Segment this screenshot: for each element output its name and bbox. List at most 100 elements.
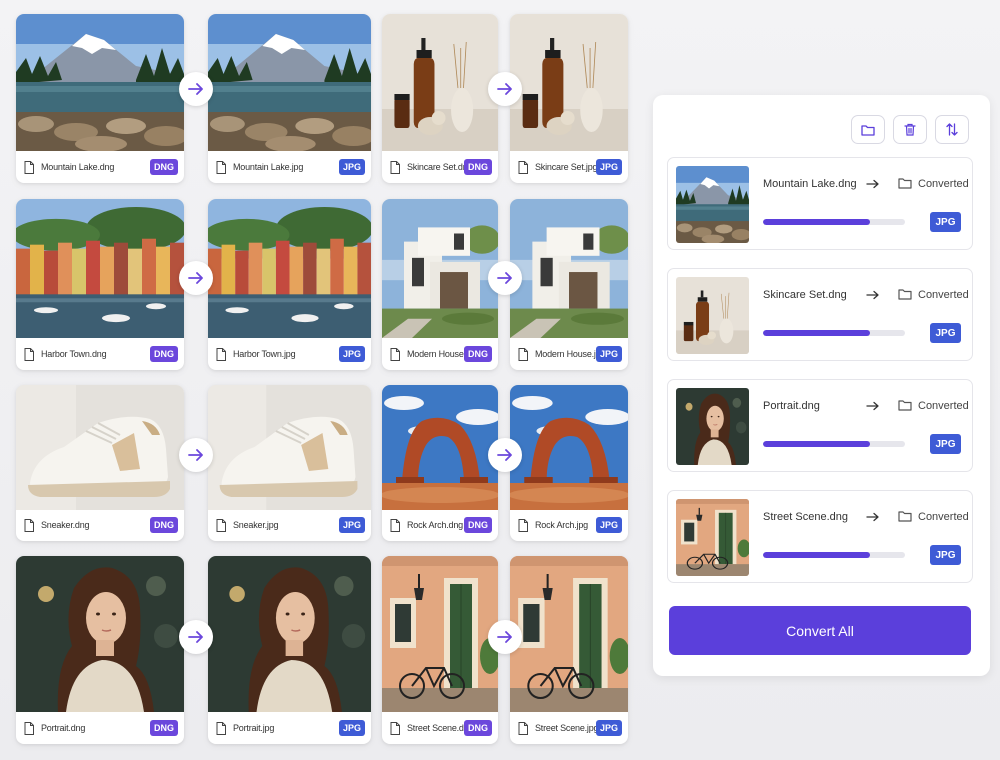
source-card-portrait[interactable]: Portrait.dng DNG: [16, 556, 184, 744]
queue-item[interactable]: Skincare Set.dng Converted JPG: [667, 268, 973, 361]
arrow-right-icon: [497, 631, 513, 643]
queue-status: Converted: [918, 511, 969, 523]
source-card-mountain-lake[interactable]: Mountain Lake.dng DNG: [16, 14, 184, 183]
source-card-modern-house[interactable]: Modern House.dngDNG: [382, 199, 498, 370]
queue-item[interactable]: Portrait.dng Converted JPG: [667, 379, 973, 472]
sort-icon: [946, 123, 958, 136]
format-badge: JPG: [930, 212, 961, 232]
file-icon: [216, 519, 226, 532]
source-filename: Street Scene.dng: [407, 723, 464, 733]
queue-thumbnail: [676, 388, 749, 465]
output-card-portrait[interactable]: Portrait.jpg JPG: [208, 556, 371, 744]
file-icon: [518, 161, 528, 174]
file-icon: [24, 519, 34, 532]
arrow-right-icon: [497, 449, 513, 461]
dng-badge: DNG: [150, 720, 178, 736]
convert-all-button[interactable]: Convert All: [669, 606, 971, 655]
arrow-right-icon: [497, 272, 513, 284]
dng-badge: DNG: [464, 346, 492, 362]
output-card-skincare-set[interactable]: Skincare Set.jpg JPG: [510, 14, 628, 183]
progress-bar: [763, 552, 905, 558]
queue-item[interactable]: Mountain Lake.dng Converted JPG: [667, 157, 973, 250]
jpg-badge: JPG: [595, 346, 622, 362]
output-filename: Modern House.jpg: [535, 349, 596, 359]
arrow-right-icon: [866, 179, 879, 189]
output-card-mountain-lake[interactable]: Mountain Lake.jpg JPG: [208, 14, 371, 183]
source-card-rock-arch[interactable]: Rock Arch.dng DNG: [382, 385, 498, 541]
thumbnail-skincare-set: [510, 14, 628, 151]
thumbnail-modern-house: [382, 199, 498, 338]
convert-arrow-button[interactable]: [179, 620, 213, 654]
dng-badge: DNG: [150, 517, 178, 533]
source-card-skincare-set[interactable]: Skincare Set.dngDNG: [382, 14, 498, 183]
output-card-street-scene[interactable]: Street Scene.jpg JPG: [510, 556, 628, 744]
source-filename: Rock Arch.dng: [407, 520, 463, 530]
source-filename: Modern House.dng: [407, 349, 464, 359]
output-filename: Rock Arch.jpg: [535, 520, 588, 530]
output-card-sneaker[interactable]: Sneaker.jpg JPG: [208, 385, 371, 541]
output-filename: Street Scene.jpg: [535, 723, 596, 733]
output-filename: Harbor Town.jpg: [233, 349, 296, 359]
thumbnail-mountain-lake: [16, 14, 184, 151]
file-icon: [518, 519, 528, 532]
jpg-badge: JPG: [338, 720, 365, 736]
progress-fill: [763, 330, 870, 336]
file-icon: [390, 161, 400, 174]
sort-button[interactable]: [935, 115, 969, 144]
queue-status: Converted: [918, 400, 969, 412]
output-filename: Mountain Lake.jpg: [233, 162, 304, 172]
conversion-queue-panel: Mountain Lake.dng Converted JPG Skincare…: [653, 95, 990, 676]
thumbnail-portrait: [16, 556, 184, 712]
thumbnail-street-scene: [510, 556, 628, 712]
output-filename: Portrait.jpg: [233, 723, 275, 733]
queue-filename: Street Scene.dng: [763, 511, 849, 523]
queue-thumbnail: [676, 166, 749, 243]
folder-icon: [861, 124, 875, 136]
output-filename: Skincare Set.jpg: [535, 162, 596, 172]
jpg-badge: JPG: [338, 159, 365, 175]
source-card-harbor-town[interactable]: Harbor Town.dng DNG: [16, 199, 184, 370]
convert-arrow-button[interactable]: [179, 438, 213, 472]
progress-bar: [763, 441, 905, 447]
queue-filename: Skincare Set.dng: [763, 289, 847, 301]
jpg-badge: JPG: [338, 517, 365, 533]
progress-bar: [763, 219, 905, 225]
arrow-right-icon: [188, 83, 204, 95]
source-card-street-scene[interactable]: Street Scene.dngDNG: [382, 556, 498, 744]
dng-badge: DNG: [464, 517, 492, 533]
arrow-right-icon: [866, 401, 879, 411]
convert-arrow-button[interactable]: [488, 261, 522, 295]
progress-fill: [763, 219, 870, 225]
jpg-badge: JPG: [338, 346, 365, 362]
arrow-right-icon: [188, 631, 204, 643]
progress-fill: [763, 441, 870, 447]
folder-icon: [898, 511, 912, 522]
convert-arrow-button[interactable]: [179, 72, 213, 106]
output-card-rock-arch[interactable]: Rock Arch.jpg JPG: [510, 385, 628, 541]
conversion-grid: Mountain Lake.dng DNG Mountain Lake.jpg JP…: [0, 0, 640, 760]
convert-arrow-button[interactable]: [179, 261, 213, 295]
convert-arrow-button[interactable]: [488, 438, 522, 472]
convert-arrow-button[interactable]: [488, 72, 522, 106]
convert-arrow-button[interactable]: [488, 620, 522, 654]
trash-icon: [904, 123, 916, 136]
queue-item[interactable]: Street Scene.dng Converted JPG: [667, 490, 973, 583]
file-icon: [216, 348, 226, 361]
file-icon: [390, 348, 400, 361]
output-card-harbor-town[interactable]: Harbor Town.jpg JPG: [208, 199, 371, 370]
format-badge: JPG: [930, 434, 961, 454]
delete-button[interactable]: [893, 115, 927, 144]
queue-thumbnail: [676, 499, 749, 576]
folder-icon: [898, 400, 912, 411]
file-icon: [216, 722, 226, 735]
open-folder-button[interactable]: [851, 115, 885, 144]
jpg-badge: JPG: [595, 159, 622, 175]
file-icon: [390, 722, 400, 735]
source-card-sneaker[interactable]: Sneaker.dng DNG: [16, 385, 184, 541]
folder-icon: [898, 289, 912, 300]
output-card-modern-house[interactable]: Modern House.jpgJPG: [510, 199, 628, 370]
queue-filename: Portrait.dng: [763, 400, 820, 412]
queue-status: Converted: [918, 289, 969, 301]
file-icon: [24, 161, 34, 174]
arrow-right-icon: [497, 83, 513, 95]
